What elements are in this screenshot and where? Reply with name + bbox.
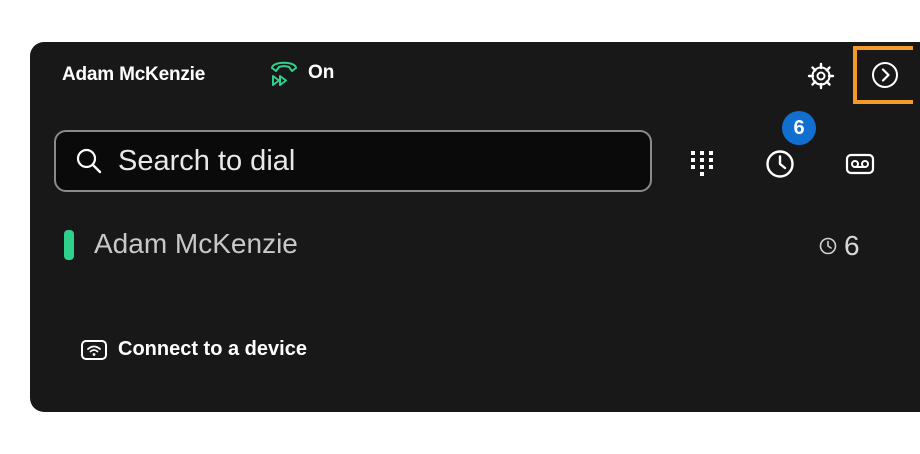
settings-button[interactable] — [806, 61, 836, 91]
line-status-indicator — [64, 230, 74, 260]
line-recent-count-value: 6 — [844, 230, 860, 261]
wifi-device-icon — [81, 339, 107, 360]
clock-icon — [819, 237, 837, 255]
dialpad-icon — [691, 151, 713, 176]
connect-device-label: Connect to a device — [118, 338, 307, 360]
dialpad-button[interactable] — [682, 144, 722, 184]
call-forward-status[interactable]: On — [268, 56, 334, 90]
line-row[interactable]: Adam McKenzie 6 — [64, 226, 884, 270]
call-forward-status-label: On — [308, 62, 335, 83]
search-box[interactable] — [54, 130, 652, 192]
line-name: Adam McKenzie — [94, 228, 298, 259]
calling-panel: Adam McKenzie On Search to dial 6 Adam M… — [30, 42, 920, 412]
search-input[interactable] — [116, 143, 620, 179]
connect-device-button[interactable]: Connect to a device — [80, 338, 307, 361]
search-icon — [76, 148, 102, 174]
recents-badge: 6 — [782, 111, 816, 145]
gear-icon — [807, 62, 835, 90]
voicemail-button[interactable] — [840, 146, 880, 182]
line-recent-count: 6 — [818, 230, 860, 262]
user-name: Adam McKenzie — [62, 64, 206, 85]
expand-button[interactable] — [853, 46, 913, 104]
clock-icon — [766, 150, 794, 178]
voicemail-icon — [845, 153, 875, 175]
recents-button[interactable] — [760, 144, 800, 184]
call-forward-icon — [271, 61, 297, 86]
chevron-right-circle-icon — [872, 62, 898, 88]
